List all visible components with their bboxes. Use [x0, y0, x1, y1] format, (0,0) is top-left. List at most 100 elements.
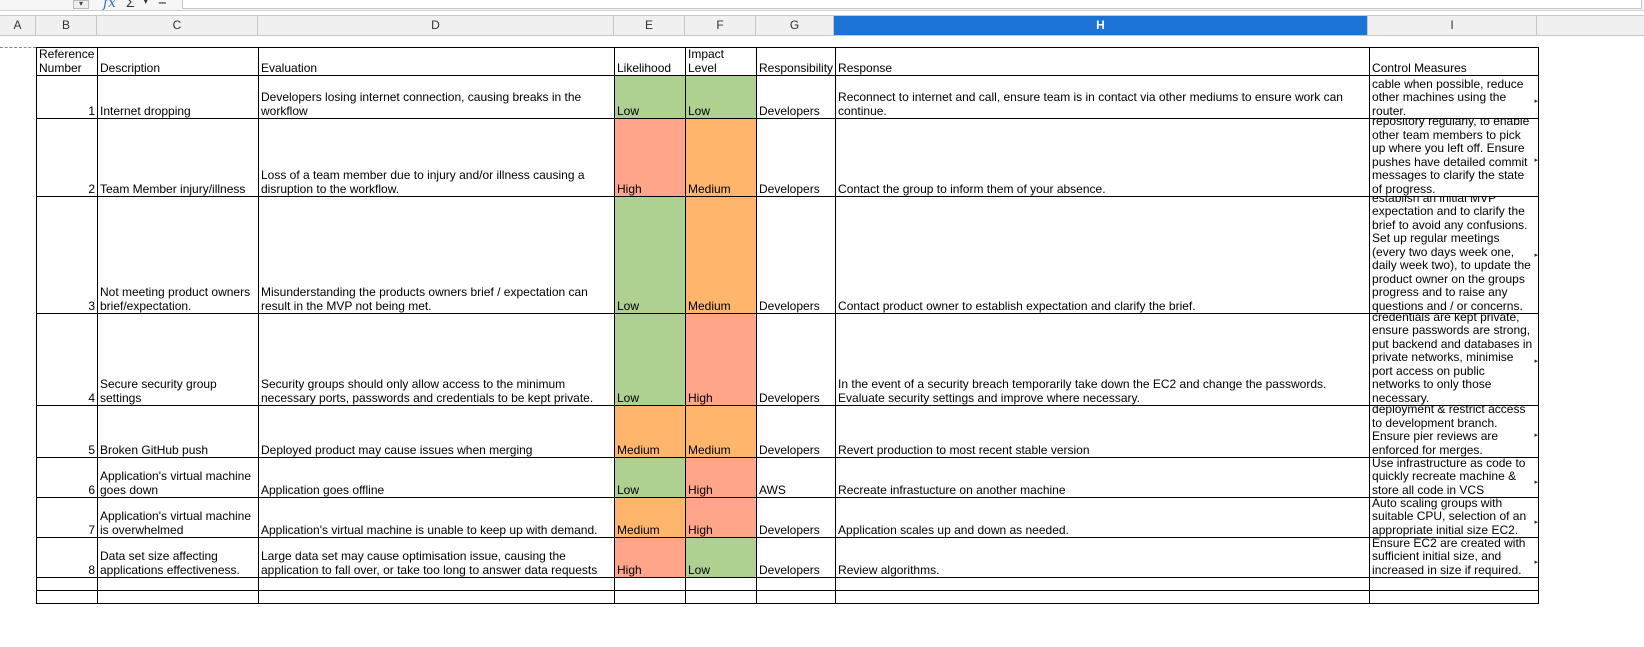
impact-level-cell[interactable]: High [685, 313, 757, 406]
empty-cell[interactable] [36, 577, 98, 591]
likelihood-cell[interactable]: Low [614, 457, 686, 498]
empty-cell[interactable] [97, 590, 259, 604]
evaluation-cell[interactable]: Deployed product may cause issues when m… [258, 405, 615, 458]
description-cell[interactable]: Internet dropping [97, 75, 259, 119]
likelihood-cell[interactable]: Low [614, 313, 686, 406]
column-header-g[interactable]: G [756, 16, 834, 35]
responsibility-cell[interactable]: Developers [755, 405, 837, 458]
empty-cell[interactable] [258, 590, 615, 604]
column-header-b[interactable]: B [36, 16, 97, 35]
reference-number-cell[interactable]: 1 [36, 75, 98, 119]
header-reference-number[interactable]: Reference Number [36, 47, 98, 76]
responsibility-cell[interactable]: Developers [755, 118, 837, 197]
likelihood-cell[interactable]: Medium [614, 405, 686, 458]
evaluation-cell[interactable]: Developers losing internet connection, c… [258, 75, 615, 119]
function-wizard-icon[interactable]: fx [103, 0, 116, 10]
likelihood-cell[interactable]: Low [614, 196, 686, 314]
responsibility-cell[interactable]: Developers [755, 75, 837, 119]
empty-cell[interactable] [1369, 577, 1540, 591]
response-cell[interactable]: In the event of a security breach tempor… [835, 313, 1371, 406]
impact-level-cell[interactable]: Medium [685, 196, 757, 314]
header-control-measures[interactable]: Control Measures [1369, 47, 1540, 76]
impact-level-cell[interactable]: Medium [685, 118, 757, 197]
impact-level-cell[interactable]: Low [685, 75, 757, 119]
control-measures-cell[interactable]: Ensure EC2 are created with sufficient i… [1369, 537, 1540, 578]
empty-cell[interactable] [258, 577, 615, 591]
responsibility-cell[interactable]: Developers [755, 537, 837, 578]
sum-dropdown-icon[interactable]: ▾ [143, 0, 149, 7]
empty-cell[interactable] [835, 590, 1371, 604]
header-likelihood[interactable]: Likelihood [614, 47, 686, 76]
impact-level-cell[interactable]: Low [685, 537, 757, 578]
reference-number-cell[interactable]: 8 [36, 537, 98, 578]
description-cell[interactable]: Broken GitHub push [97, 405, 259, 458]
empty-cell[interactable] [755, 590, 837, 604]
description-cell[interactable]: Application's virtual machine is overwhe… [97, 497, 259, 538]
control-measures-cell[interactable]: cable when possible, reduce other machin… [1369, 75, 1540, 119]
likelihood-cell[interactable]: High [614, 537, 686, 578]
response-cell[interactable]: Contact the group to inform them of your… [835, 118, 1371, 197]
likelihood-cell[interactable]: Low [614, 75, 686, 119]
column-header-e[interactable]: E [614, 16, 685, 35]
empty-cell[interactable] [685, 577, 757, 591]
header-response[interactable]: Response [835, 47, 1371, 76]
responsibility-cell[interactable]: Developers [755, 196, 837, 314]
impact-level-cell[interactable]: Medium [685, 405, 757, 458]
column-header-d[interactable]: D [258, 16, 614, 35]
empty-cell[interactable] [1369, 590, 1540, 604]
responsibility-cell[interactable]: Developers [755, 313, 837, 406]
control-measures-cell[interactable]: Ensure passwords and credentials are kep… [1369, 313, 1540, 406]
formula-equals-icon[interactable]: = [158, 0, 167, 10]
reference-number-cell[interactable]: 6 [36, 457, 98, 498]
responsibility-cell[interactable]: AWS [755, 457, 837, 498]
formula-input[interactable] [182, 0, 1642, 9]
likelihood-cell[interactable]: High [614, 118, 686, 197]
description-cell[interactable]: Not meeting product owners brief/expecta… [97, 196, 259, 314]
description-cell[interactable]: Data set size affecting applications eff… [97, 537, 259, 578]
header-description[interactable]: Description [97, 47, 259, 76]
response-cell[interactable]: Review algorithms. [835, 537, 1371, 578]
description-cell[interactable]: Secure security group settings [97, 313, 259, 406]
impact-level-cell[interactable]: High [685, 457, 757, 498]
column-header-i[interactable]: I [1368, 16, 1537, 35]
reference-number-cell[interactable]: 7 [36, 497, 98, 538]
control-measures-cell[interactable]: establish an initial MVP expectation and… [1369, 196, 1540, 314]
column-header-c[interactable]: C [97, 16, 258, 35]
reference-number-cell[interactable]: 4 [36, 313, 98, 406]
evaluation-cell[interactable]: Loss of a team member due to injury and/… [258, 118, 615, 197]
header-responsibility[interactable]: Responsibility [755, 47, 837, 76]
header-evaluation[interactable]: Evaluation [258, 47, 615, 76]
header-impact-level[interactable]: Impact Level [685, 47, 757, 76]
empty-cell[interactable] [685, 590, 757, 604]
empty-cell[interactable] [36, 590, 98, 604]
sum-icon[interactable]: Σ [126, 0, 135, 10]
response-cell[interactable]: Application scales up and down as needed… [835, 497, 1371, 538]
response-cell[interactable]: Reconnect to internet and call, ensure t… [835, 75, 1371, 119]
empty-cell[interactable] [614, 577, 686, 591]
column-header-f[interactable]: F [685, 16, 756, 35]
description-cell[interactable]: Team Member injury/illness [97, 118, 259, 197]
empty-cell[interactable] [755, 577, 837, 591]
control-measures-cell[interactable]: deployment & restrict access to developm… [1369, 405, 1540, 458]
control-measures-cell[interactable]: Use infrastructure as code to quickly re… [1369, 457, 1540, 498]
empty-cell[interactable] [97, 577, 259, 591]
name-box-dropdown-icon[interactable]: ▾ [73, 0, 89, 9]
likelihood-cell[interactable]: Medium [614, 497, 686, 538]
evaluation-cell[interactable]: Misunderstanding the products owners bri… [258, 196, 615, 314]
empty-cell[interactable] [614, 590, 686, 604]
responsibility-cell[interactable]: Developers [755, 497, 837, 538]
control-measures-cell[interactable]: Auto scaling groups with suitable CPU, s… [1369, 497, 1540, 538]
control-measures-cell[interactable]: repository regularly, to enable other te… [1369, 118, 1540, 197]
reference-number-cell[interactable]: 2 [36, 118, 98, 197]
response-cell[interactable]: Revert production to most recent stable … [835, 405, 1371, 458]
evaluation-cell[interactable]: Application's virtual machine is unable … [258, 497, 615, 538]
response-cell[interactable]: Contact product owner to establish expec… [835, 196, 1371, 314]
impact-level-cell[interactable]: High [685, 497, 757, 538]
evaluation-cell[interactable]: Application goes offline [258, 457, 615, 498]
evaluation-cell[interactable]: Security groups should only allow access… [258, 313, 615, 406]
column-header-a[interactable]: A [0, 16, 36, 35]
reference-number-cell[interactable]: 3 [36, 196, 98, 314]
description-cell[interactable]: Application's virtual machine goes down [97, 457, 259, 498]
response-cell[interactable]: Recreate infrastucture on another machin… [835, 457, 1371, 498]
reference-number-cell[interactable]: 5 [36, 405, 98, 458]
